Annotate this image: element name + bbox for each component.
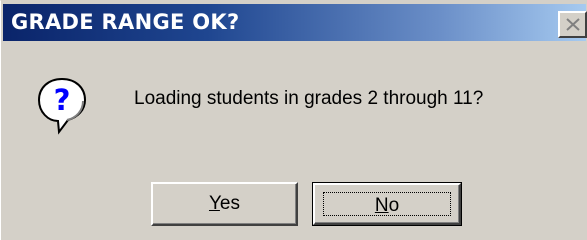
dialog-title: GRADE RANGE OK? bbox=[11, 10, 240, 34]
title-bar[interactable]: GRADE RANGE OK? bbox=[3, 4, 587, 41]
yes-label-rest: es bbox=[219, 193, 240, 214]
dialog-window: GRADE RANGE OK? ? Loading students in gr… bbox=[0, 0, 587, 240]
focus-rectangle: No bbox=[323, 192, 451, 216]
no-button[interactable]: No bbox=[312, 182, 462, 226]
yes-mnemonic: Y bbox=[208, 193, 220, 214]
no-mnemonic: N bbox=[374, 195, 389, 216]
close-button[interactable] bbox=[558, 11, 587, 38]
question-icon: ? bbox=[37, 77, 87, 135]
no-button-bevel: No bbox=[313, 183, 461, 225]
yes-button[interactable]: Yes bbox=[151, 182, 298, 226]
svg-text:?: ? bbox=[54, 83, 71, 117]
close-icon bbox=[566, 18, 580, 31]
no-label-rest: o bbox=[388, 195, 400, 216]
yes-button-label: Yes bbox=[209, 185, 240, 223]
message-text: Loading students in grades 2 through 11? bbox=[134, 88, 484, 109]
